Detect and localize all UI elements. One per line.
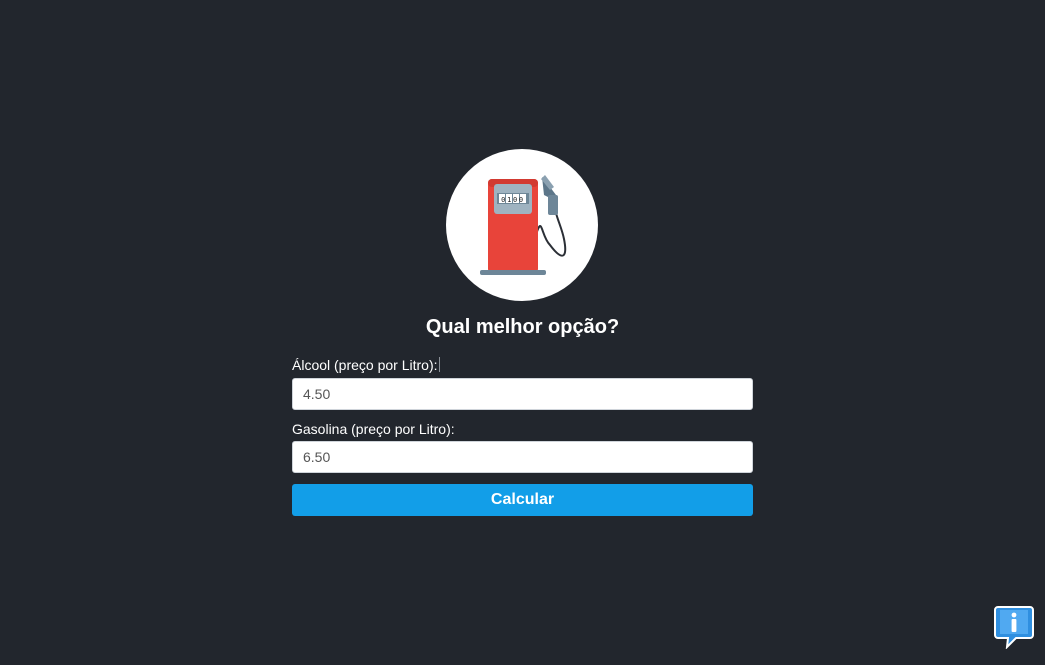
- info-icon: [994, 606, 1034, 650]
- page: 0100 Qual melhor opção? Álcool (preço po…: [0, 0, 1045, 665]
- fuel-pump-logo: 0100: [446, 149, 598, 301]
- alcohol-label-text: Álcool (preço por Litro):: [292, 357, 438, 373]
- gasoline-price-input[interactable]: [292, 441, 753, 473]
- alcohol-label: Álcool (preço por Litro):: [292, 357, 440, 373]
- fuel-pump-icon: 0100: [480, 175, 567, 275]
- pump-counter: 0100: [501, 196, 525, 204]
- info-button[interactable]: [994, 605, 1034, 650]
- text-cursor: [438, 357, 440, 372]
- page-title: Qual melhor opção?: [425, 316, 620, 338]
- alcohol-price-input[interactable]: [292, 378, 753, 410]
- gasoline-label: Gasolina (preço por Litro):: [292, 421, 455, 437]
- calculate-button[interactable]: Calcular: [292, 484, 753, 516]
